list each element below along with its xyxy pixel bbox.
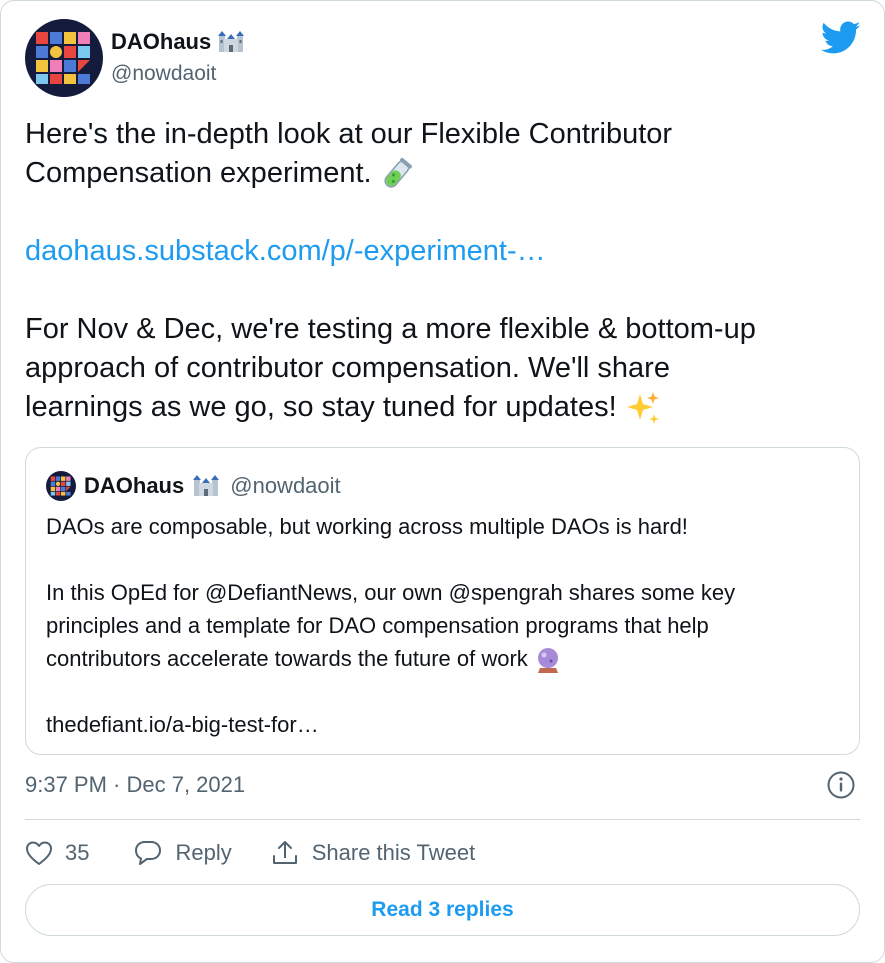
quoted-link[interactable]: thedefiant.io/a-big-test-for… bbox=[46, 708, 846, 741]
author-name-text: DAOhaus bbox=[111, 29, 212, 54]
castle-icon bbox=[193, 475, 220, 496]
quoted-para-line-3: contributors accelerate towards the futu… bbox=[46, 642, 846, 675]
tweet-line-2: Compensation experiment. bbox=[25, 154, 870, 193]
avatar[interactable] bbox=[25, 19, 103, 97]
info-icon[interactable] bbox=[825, 769, 857, 801]
quoted-para-line-1: In this OpEd for @DefiantNews, our own @… bbox=[46, 580, 736, 605]
sparkles-icon bbox=[626, 392, 659, 425]
quoted-para-line-2: principles and a template for DAO compen… bbox=[46, 613, 709, 638]
reply-bubble-icon bbox=[135, 841, 162, 865]
tweet-body-line-1: For Nov & Dec, we're testing a more flex… bbox=[25, 313, 756, 345]
tweet-link[interactable]: daohaus.substack.com/p/-experiment-… bbox=[25, 235, 546, 267]
divider bbox=[25, 819, 860, 820]
tweet-body-line-2: approach of contributor compensation. We… bbox=[25, 352, 670, 384]
quoted-para-line-3-text: contributors accelerate towards the futu… bbox=[46, 646, 528, 671]
quoted-tweet-text: DAOs are composable, but working across … bbox=[46, 510, 846, 741]
quoted-author-name: DAOhaus bbox=[84, 473, 185, 498]
twitter-bird-icon[interactable] bbox=[821, 21, 861, 55]
tweet-line-1: Here's the in-depth look at our Flexible… bbox=[25, 118, 673, 150]
author-name[interactable]: DAOhaus bbox=[111, 29, 245, 55]
tweet-link-line: daohaus.substack.com/p/-experiment-… bbox=[25, 232, 870, 271]
share-label: Share this Tweet bbox=[311, 840, 476, 865]
daohaus-logo-icon bbox=[50, 476, 71, 496]
like-button[interactable]: 35 bbox=[25, 840, 89, 866]
share-button[interactable]: Share this Tweet bbox=[270, 839, 475, 867]
read-replies-button[interactable]: Read 3 replies bbox=[25, 884, 860, 936]
share-icon bbox=[272, 841, 297, 864]
tweet-body-line-3: learnings as we go, so stay tuned for up… bbox=[25, 388, 870, 427]
quoted-avatar bbox=[46, 471, 76, 501]
tweet-line-2-text: Compensation experiment. bbox=[25, 157, 372, 189]
quoted-tweet-header: DAOhaus @nowdaoit bbox=[46, 470, 341, 502]
quoted-line-1: DAOs are composable, but working across … bbox=[46, 514, 688, 539]
like-count: 35 bbox=[65, 840, 90, 865]
tweet-card: DAOhaus @nowdaoit Here's the in-depth lo… bbox=[0, 0, 885, 963]
reply-button[interactable]: Reply bbox=[133, 839, 232, 867]
quoted-tweet[interactable]: DAOhaus @nowdaoit DAOs are composable, b… bbox=[25, 447, 860, 755]
heart-icon bbox=[26, 841, 52, 865]
tweet-text: Here's the in-depth look at our Flexible… bbox=[25, 115, 870, 427]
quoted-author-handle: @nowdaoit bbox=[230, 473, 341, 498]
castle-icon bbox=[218, 31, 245, 52]
tweet-timestamp[interactable]: 9:37 PM · Dec 7, 2021 bbox=[25, 771, 245, 799]
tweet-actions: 35 Reply Share this Tweet bbox=[25, 835, 475, 871]
test-tube-icon bbox=[384, 158, 412, 188]
daohaus-logo-icon bbox=[36, 32, 90, 84]
tweet-body-line-3-text: learnings as we go, so stay tuned for up… bbox=[25, 391, 617, 423]
reply-label: Reply bbox=[175, 840, 232, 865]
crystal-ball-icon bbox=[537, 648, 558, 674]
author-handle[interactable]: @nowdaoit bbox=[111, 61, 216, 87]
